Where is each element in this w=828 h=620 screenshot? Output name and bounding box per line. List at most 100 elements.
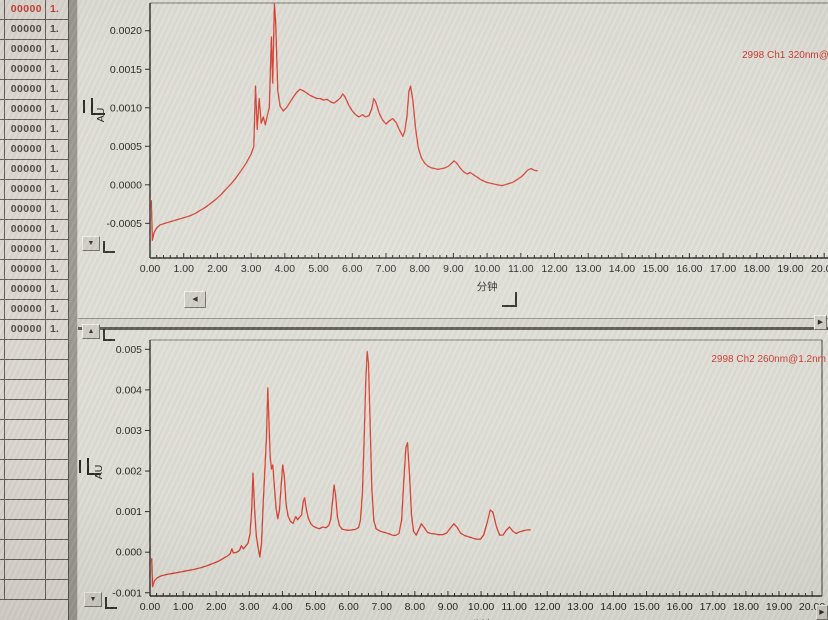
value-cell: 00000 (5, 220, 46, 239)
horizontal-splitter[interactable] (78, 318, 828, 330)
ch2-time-scroll-right-button[interactable]: ▶ (816, 605, 828, 620)
table-row[interactable]: 00000 1. (0, 80, 68, 100)
table-row[interactable] (0, 440, 68, 460)
ch1-axis-scroll-down-button[interactable]: ▼ (82, 236, 100, 251)
value-cell: 00000 (5, 140, 46, 159)
x-tick-label: 8.00 (409, 263, 430, 275)
table-row[interactable]: 00000 1. (0, 40, 68, 60)
x-tick-label: 19.00 (766, 601, 792, 613)
table-row[interactable] (0, 360, 68, 380)
flag-cell: 1. (50, 163, 59, 175)
value-cell: 00000 (5, 40, 46, 59)
x-axis-corner-bracket (502, 292, 517, 307)
table-row[interactable] (0, 500, 68, 520)
flag-cell: 1. (50, 303, 59, 315)
flag-cell: 1. (50, 83, 59, 95)
table-row[interactable] (0, 460, 68, 480)
value-cell: 00000 (5, 260, 46, 279)
table-row[interactable]: 00000 1. (0, 60, 68, 80)
x-tick-label: 6.00 (338, 601, 359, 613)
flag-cell (46, 540, 68, 559)
table-row[interactable] (0, 340, 68, 360)
x-tick-label: 14.00 (609, 263, 635, 275)
x-tick-label: 12.00 (541, 263, 567, 275)
flag-cell (46, 360, 68, 379)
value-cell: 00000 (5, 120, 46, 139)
y-tick-label: 0.000 (116, 547, 142, 559)
x-tick-label: 15.00 (643, 263, 669, 275)
table-row[interactable] (0, 400, 68, 420)
ch1-time-scroll-right-button[interactable]: ▶ (814, 315, 827, 330)
table-row[interactable]: 00000 1. (0, 240, 68, 260)
x-tick-label: 17.00 (700, 601, 726, 613)
table-row[interactable] (0, 540, 68, 560)
x-tick-label: 3.00 (239, 601, 260, 613)
ch1-y-split-bracket (103, 241, 115, 253)
right-arrow-icon: ▶ (817, 319, 824, 326)
table-row[interactable]: 00000 1. (0, 300, 68, 320)
value-cell (5, 400, 46, 419)
table-row[interactable]: 00000 1. (0, 120, 68, 140)
flag-cell (46, 480, 68, 499)
flag-cell: 1. (50, 123, 59, 135)
chromatogram-ch1: 0.00 1.00 2.00 3.00 4.00 5.00 6.00 7.00 8.00 9.00… (83, 2, 828, 307)
ch2-axis-scroll-up-button[interactable]: ▲ (82, 324, 100, 339)
plot-area[interactable] (150, 3, 828, 258)
up-arrow-icon: ▲ (87, 328, 95, 335)
x-tick-label: 9.00 (438, 601, 459, 613)
value-cell (5, 440, 46, 459)
table-row[interactable]: 00000 1. (0, 180, 68, 200)
y-tick-label: 0.003 (116, 425, 142, 437)
x-tick-label: 5.00 (305, 601, 326, 613)
table-row[interactable]: 00000 1. (0, 220, 68, 240)
chart-panel-ch1: 0.00 1.00 2.00 3.00 4.00 5.00 6.00 7.00 8.00 9.00… (78, 0, 828, 318)
table-row[interactable] (0, 520, 68, 540)
ch2-axis-scroll-down-button[interactable]: ▼ (84, 592, 102, 607)
y-tick-label: 0.0020 (110, 25, 142, 37)
x-tick-label: 8.00 (405, 601, 426, 613)
table-row[interactable]: 00000 1. (0, 280, 68, 300)
value-cell (5, 360, 46, 379)
vertical-splitter[interactable] (68, 0, 78, 620)
flag-cell: 1. (50, 43, 59, 55)
flag-cell (46, 560, 68, 579)
table-row[interactable] (0, 480, 68, 500)
table-row[interactable] (0, 420, 68, 440)
table-row[interactable]: 00000 1. (0, 20, 68, 40)
table-row[interactable]: 00000 1. (0, 160, 68, 180)
plot-area[interactable] (150, 340, 822, 596)
ch1-time-scroll-left-button[interactable]: ◀ (184, 291, 206, 308)
table-row[interactable]: 00000 1. (0, 140, 68, 160)
x-tick-label: 0.00 (140, 263, 161, 275)
flag-cell: 1. (50, 63, 59, 75)
table-row[interactable] (0, 560, 68, 580)
y-tick-label: 0.001 (116, 506, 142, 518)
flag-cell: 1. (50, 323, 59, 335)
table-row[interactable] (0, 580, 68, 600)
y-tick-label: 0.005 (116, 344, 142, 356)
x-tick-label: 14.00 (600, 601, 626, 613)
flag-cell (46, 340, 68, 359)
flag-cell: 1. (50, 263, 59, 275)
x-tick-label: 10.00 (474, 263, 500, 275)
flag-cell (46, 520, 68, 539)
x-tick-label: 5.00 (308, 263, 329, 275)
x-tick-label: 2.00 (207, 263, 228, 275)
y-tick-label: 0.0015 (110, 64, 142, 76)
table-row[interactable]: 00000 1. (0, 260, 68, 280)
value-cell: 00000 (5, 100, 46, 119)
x-tick-label: 16.00 (676, 263, 702, 275)
value-cell: 00000 (5, 300, 46, 319)
table-row[interactable]: 00000 1. (0, 320, 68, 340)
flag-cell (46, 420, 68, 439)
trace-legend: 2998 Ch1 320nm@1.2nm (742, 50, 828, 61)
x-tick-label: 9.00 (443, 263, 464, 275)
table-row[interactable] (0, 380, 68, 400)
table-row[interactable]: 00000 1. (0, 100, 68, 120)
down-arrow-icon: ▼ (87, 240, 95, 247)
y-tick-label: 0.0010 (110, 102, 142, 114)
y-tick-label: 0.0000 (110, 179, 142, 191)
table-row[interactable]: 00000 1. (0, 200, 68, 220)
flag-cell: 1. (50, 283, 59, 295)
table-row[interactable]: 00000 1. (0, 0, 68, 20)
